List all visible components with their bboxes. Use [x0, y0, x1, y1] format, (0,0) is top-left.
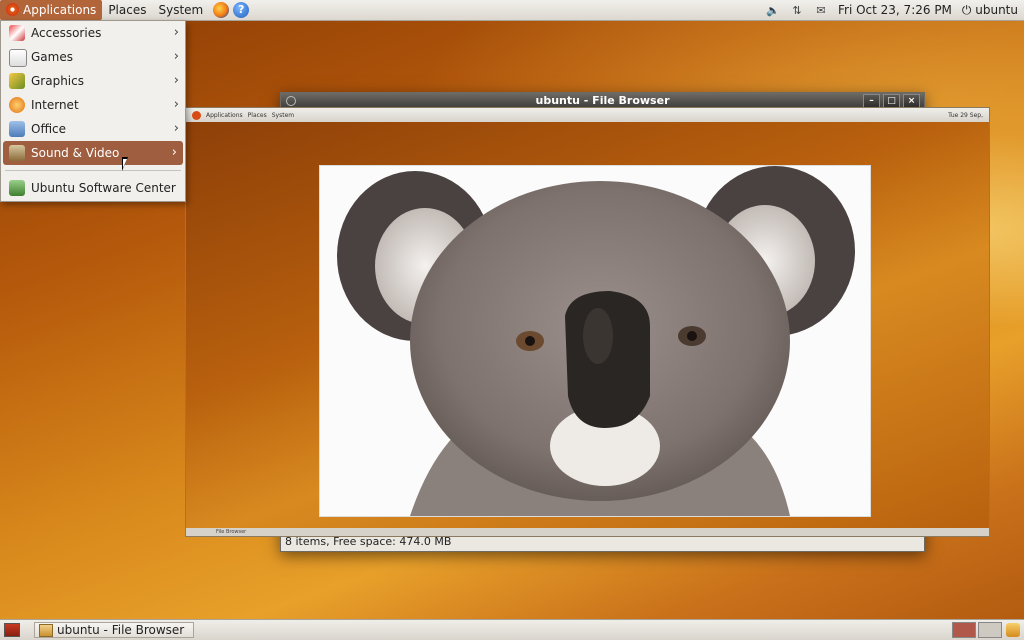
system-tray: 🔈 ⇅ ✉ Fri Oct 23, 7:26 PM ⏻ ubuntu [766, 3, 1024, 18]
koala-photo [319, 165, 871, 517]
chevron-right-icon: › [173, 25, 179, 40]
network-icon[interactable]: ⇅ [790, 4, 804, 17]
help-icon[interactable]: ? [233, 2, 250, 18]
koala-illustration [337, 166, 855, 516]
software-center-icon [9, 180, 25, 196]
menu-item-graphics[interactable]: Graphics › [1, 69, 185, 93]
games-icon [9, 49, 27, 67]
embedded-clock: Tue 29 Sep, [948, 111, 983, 119]
embedded-bottom-panel: File Browser [186, 528, 989, 536]
applications-menu-label: Applications [23, 3, 97, 17]
menu-item-office[interactable]: Office › [1, 117, 185, 141]
mail-icon[interactable]: ✉ [814, 4, 828, 17]
applications-menu[interactable]: Applications [0, 0, 103, 20]
ubuntu-logo-icon [6, 3, 19, 16]
chevron-right-icon: › [173, 49, 179, 64]
workspace-1[interactable] [952, 622, 976, 638]
taskbar-window-label: ubuntu - File Browser [57, 623, 185, 637]
menu-item-games[interactable]: Games › [1, 45, 185, 69]
taskbar-window-button[interactable]: ubuntu - File Browser [34, 622, 194, 638]
chevron-right-icon: › [173, 121, 179, 136]
show-desktop-button[interactable] [4, 623, 20, 637]
power-icon: ⏻ [961, 2, 972, 17]
applications-dropdown: Accessories › Games › Graphics › Interne… [0, 20, 186, 202]
embedded-ubuntu-logo-icon [192, 110, 201, 120]
workspace-switcher [952, 622, 1002, 638]
clock[interactable]: Fri Oct 23, 7:26 PM [838, 3, 952, 17]
menu-item-label: Games [31, 50, 73, 64]
menu-item-label: Accessories [31, 26, 102, 40]
minimize-button[interactable]: – [863, 94, 880, 108]
chevron-right-icon: › [173, 73, 179, 88]
trash-icon[interactable] [1006, 623, 1020, 637]
menu-item-internet[interactable]: Internet › [1, 93, 185, 117]
office-icon [9, 121, 25, 137]
volume-icon[interactable]: 🔈 [766, 4, 780, 17]
chevron-right-icon: › [173, 97, 179, 112]
window-controls: – □ × [863, 94, 920, 108]
menu-separator [5, 170, 181, 171]
menu-item-software-center[interactable]: Ubuntu Software Center [1, 176, 185, 200]
mouse-pointer-icon [122, 157, 128, 171]
accessories-icon [9, 25, 25, 41]
menu-item-label: Graphics [31, 74, 84, 88]
user-name: ubuntu [975, 2, 1018, 17]
menu-item-label: Internet [31, 98, 79, 112]
workspace-2[interactable] [978, 622, 1002, 638]
firefox-icon[interactable] [213, 2, 230, 18]
menu-item-label: Office [31, 122, 67, 136]
embedded-menu-places: Places [247, 111, 267, 119]
menu-item-sound-video[interactable]: Sound & Video › [3, 141, 183, 165]
window-titlebar[interactable]: ubuntu - File Browser – □ × [281, 93, 924, 108]
window-title: ubuntu - File Browser [535, 94, 670, 107]
embedded-top-panel: Applications Places System Tue 29 Sep, [186, 108, 989, 122]
bottom-panel: ubuntu - File Browser [0, 619, 1024, 640]
top-panel: Applications Places System ? 🔈 ⇅ ✉ Fri O… [0, 0, 1024, 21]
embedded-menu-applications: Applications [206, 111, 243, 119]
menu-item-label: Ubuntu Software Center [31, 181, 176, 195]
chevron-right-icon: › [171, 145, 177, 160]
close-button[interactable]: × [903, 94, 920, 108]
menu-item-label: Sound & Video [31, 146, 120, 160]
folder-icon [39, 623, 53, 637]
system-menu[interactable]: System [152, 0, 209, 20]
embedded-tray: Tue 29 Sep, [948, 112, 989, 119]
graphics-icon [9, 73, 25, 89]
embedded-menu-system: System [271, 111, 295, 119]
menu-item-accessories[interactable]: Accessories › [1, 21, 185, 45]
places-menu[interactable]: Places [102, 0, 152, 20]
user-menu[interactable]: ⏻ ubuntu [962, 3, 1018, 18]
maximize-button[interactable]: □ [883, 94, 900, 108]
internet-icon [9, 97, 25, 113]
sound-video-icon [9, 145, 25, 161]
window-menu-icon[interactable] [286, 96, 296, 106]
